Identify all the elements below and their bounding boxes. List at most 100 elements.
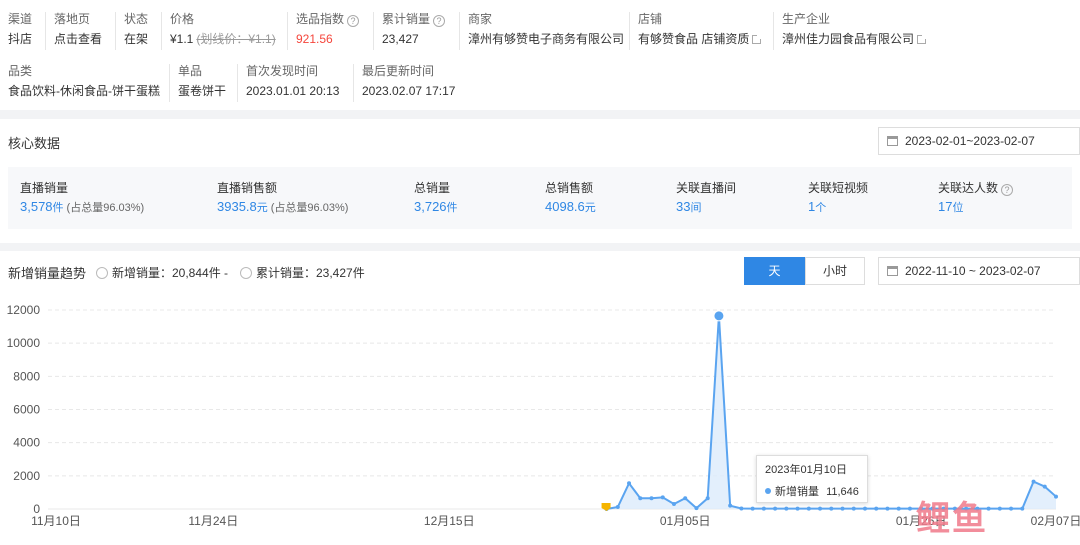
metric-label: 总销售额 xyxy=(545,181,594,195)
metric-item: 关联达人数? 17位 xyxy=(938,179,1014,215)
data-point xyxy=(1009,506,1014,511)
core-data-title: 核心数据 xyxy=(8,136,61,151)
info-value-text[interactable]: 漳州有够赞电子商务有限公司 xyxy=(468,32,624,46)
tooltip-series: 新增销量 xyxy=(775,486,819,498)
info-value-text: 蛋卷饼干 xyxy=(178,84,227,98)
info-label: 商家 xyxy=(468,12,493,26)
x-tick-label: 12月15日 xyxy=(424,514,475,528)
metric-item: 总销售额 4098.6元 xyxy=(545,179,596,215)
info-value-text: 921.56 xyxy=(296,32,333,46)
event-marker-icon xyxy=(601,503,611,511)
metric-value[interactable]: 17位 xyxy=(938,199,1013,215)
metric-value[interactable]: 33间 xyxy=(676,199,736,215)
external-link-icon[interactable] xyxy=(752,34,763,44)
divider xyxy=(161,12,162,50)
tooltip-row: 新增销量 11,646 xyxy=(765,483,859,499)
trend-date-picker[interactable]: 2022-11-10 ~ 2023-02-07 xyxy=(878,257,1080,285)
metric-label: 直播销售额 xyxy=(217,181,278,195)
tooltip-date: 2023年01月10日 xyxy=(765,464,847,476)
help-icon[interactable]: ? xyxy=(433,15,446,27)
core-data-panel: 核心数据 2023-02-01~2023-02-07 直播销量 3,578件 (占总… xyxy=(0,119,1080,243)
metric-value[interactable]: 1个 xyxy=(808,199,868,215)
data-point xyxy=(1054,494,1058,499)
info-value: 蛋卷饼干 xyxy=(178,82,226,100)
info-value-text[interactable]: 漳州佳力园食品有限公司 xyxy=(782,32,914,46)
metric-number: 3,578 xyxy=(20,199,53,214)
metric-unit: 元 xyxy=(256,202,268,214)
data-point xyxy=(1020,506,1025,511)
metric-unit: 个 xyxy=(815,202,827,214)
metric-value: 3,578件 (占总量96.03%) xyxy=(20,199,144,215)
data-point xyxy=(1031,479,1036,484)
toggle-day[interactable]: 天 xyxy=(744,257,805,285)
legend-new-sales-label: 新增销量：20,844件 - xyxy=(112,266,229,280)
info-label: 价格 xyxy=(170,12,195,26)
data-point xyxy=(728,503,733,508)
y-tick-label: 4000 xyxy=(13,436,40,450)
help-icon[interactable]: ? xyxy=(1001,184,1014,196)
toggle-hour[interactable]: 小时 xyxy=(805,257,865,285)
info-label: 选品指数? xyxy=(296,10,360,28)
info-cell: 生产企业 漳州佳力园食品有限公司 xyxy=(782,10,928,48)
data-point xyxy=(627,481,632,486)
divider xyxy=(373,12,374,50)
metric-value: 4098.6元 xyxy=(545,199,596,215)
divider xyxy=(115,12,116,50)
metric-label: 关联达人数? xyxy=(938,179,1014,197)
legend-new-sales[interactable]: 新增销量：20,844件 - xyxy=(96,264,228,281)
divider xyxy=(353,64,354,102)
info-value: 23,427 xyxy=(382,30,445,48)
watermark-logo: 鲤鱼 xyxy=(916,500,988,538)
data-point xyxy=(694,506,699,511)
info-cell: 落地页 点击查看 xyxy=(54,10,102,48)
external-link-icon[interactable] xyxy=(917,34,928,44)
chart-tooltip: 2023年01月10日 新增销量 11,646 xyxy=(756,455,868,503)
legend-cumulative-sales[interactable]: 累计销量：23,427件 xyxy=(240,264,365,281)
data-point xyxy=(874,506,879,511)
help-icon[interactable]: ? xyxy=(347,15,360,27)
legend-toggle-icon xyxy=(240,267,252,279)
product-info-panel: 渠道 抖店 落地页 点击查看 状态 在架 价格 ¥1.1 (划线价：¥1.1) 选品指数? 921.… xyxy=(0,0,1080,110)
y-tick-label: 2000 xyxy=(13,469,40,483)
tooltip-value: 11,646 xyxy=(826,486,859,498)
info-value-text: 抖店 xyxy=(8,32,33,46)
core-date-picker[interactable]: 2023-02-01~2023-02-07 xyxy=(878,127,1080,155)
x-tick-label: 11月24日 xyxy=(188,514,238,528)
info-label: 单品 xyxy=(178,64,203,78)
y-tick-label: 12000 xyxy=(7,303,41,317)
divider xyxy=(459,12,460,50)
trend-title: 新增销量趋势 xyxy=(8,266,87,281)
divider xyxy=(169,64,170,102)
metrics-strip: 直播销量 3,578件 (占总量96.03%) 直播销售额 3935.8元 (占总量96.… xyxy=(8,167,1072,229)
info-value-text[interactable]: 点击查看 xyxy=(54,32,102,46)
info-label: 最后更新时间 xyxy=(362,64,435,78)
core-date-range: 2023-02-01~2023-02-07 xyxy=(905,134,1035,148)
info-value: 漳州有够赞电子商务有限公司 xyxy=(468,30,624,48)
calendar-icon xyxy=(887,136,898,146)
metric-number: 33 xyxy=(676,199,691,214)
metric-label: 总销量 xyxy=(414,181,451,195)
data-point xyxy=(638,496,643,501)
strike-price: (划线价：¥1.1) xyxy=(196,32,276,46)
info-cell: 状态 在架 xyxy=(124,10,148,48)
data-point xyxy=(683,496,688,501)
info-cell: 首次发现时间 2023.01.01 20:13 xyxy=(246,62,339,100)
data-point xyxy=(907,506,912,511)
info-value: 抖店 xyxy=(8,30,32,48)
data-point xyxy=(818,506,823,511)
data-point xyxy=(829,506,834,511)
info-value-text: 在架 xyxy=(124,32,149,46)
data-point xyxy=(705,496,710,501)
metric-item: 总销量 3,726件 xyxy=(414,179,458,215)
info-cell: 最后更新时间 2023.02.07 17:17 xyxy=(362,62,455,100)
info-value-text: ¥1.1 xyxy=(170,32,194,46)
data-point xyxy=(750,506,755,511)
info-cell: 店铺 有够赞食品 店铺资质 xyxy=(638,10,763,48)
y-tick-label: 6000 xyxy=(13,403,40,417)
divider xyxy=(773,12,774,50)
x-tick-label: 02月07日 xyxy=(1031,514,1080,528)
metric-unit: 位 xyxy=(952,202,964,214)
info-value-text[interactable]: 有够赞食品 店铺资质 xyxy=(638,32,749,46)
metric-share: (占总量96.03%) xyxy=(270,202,349,214)
data-point xyxy=(649,496,654,501)
